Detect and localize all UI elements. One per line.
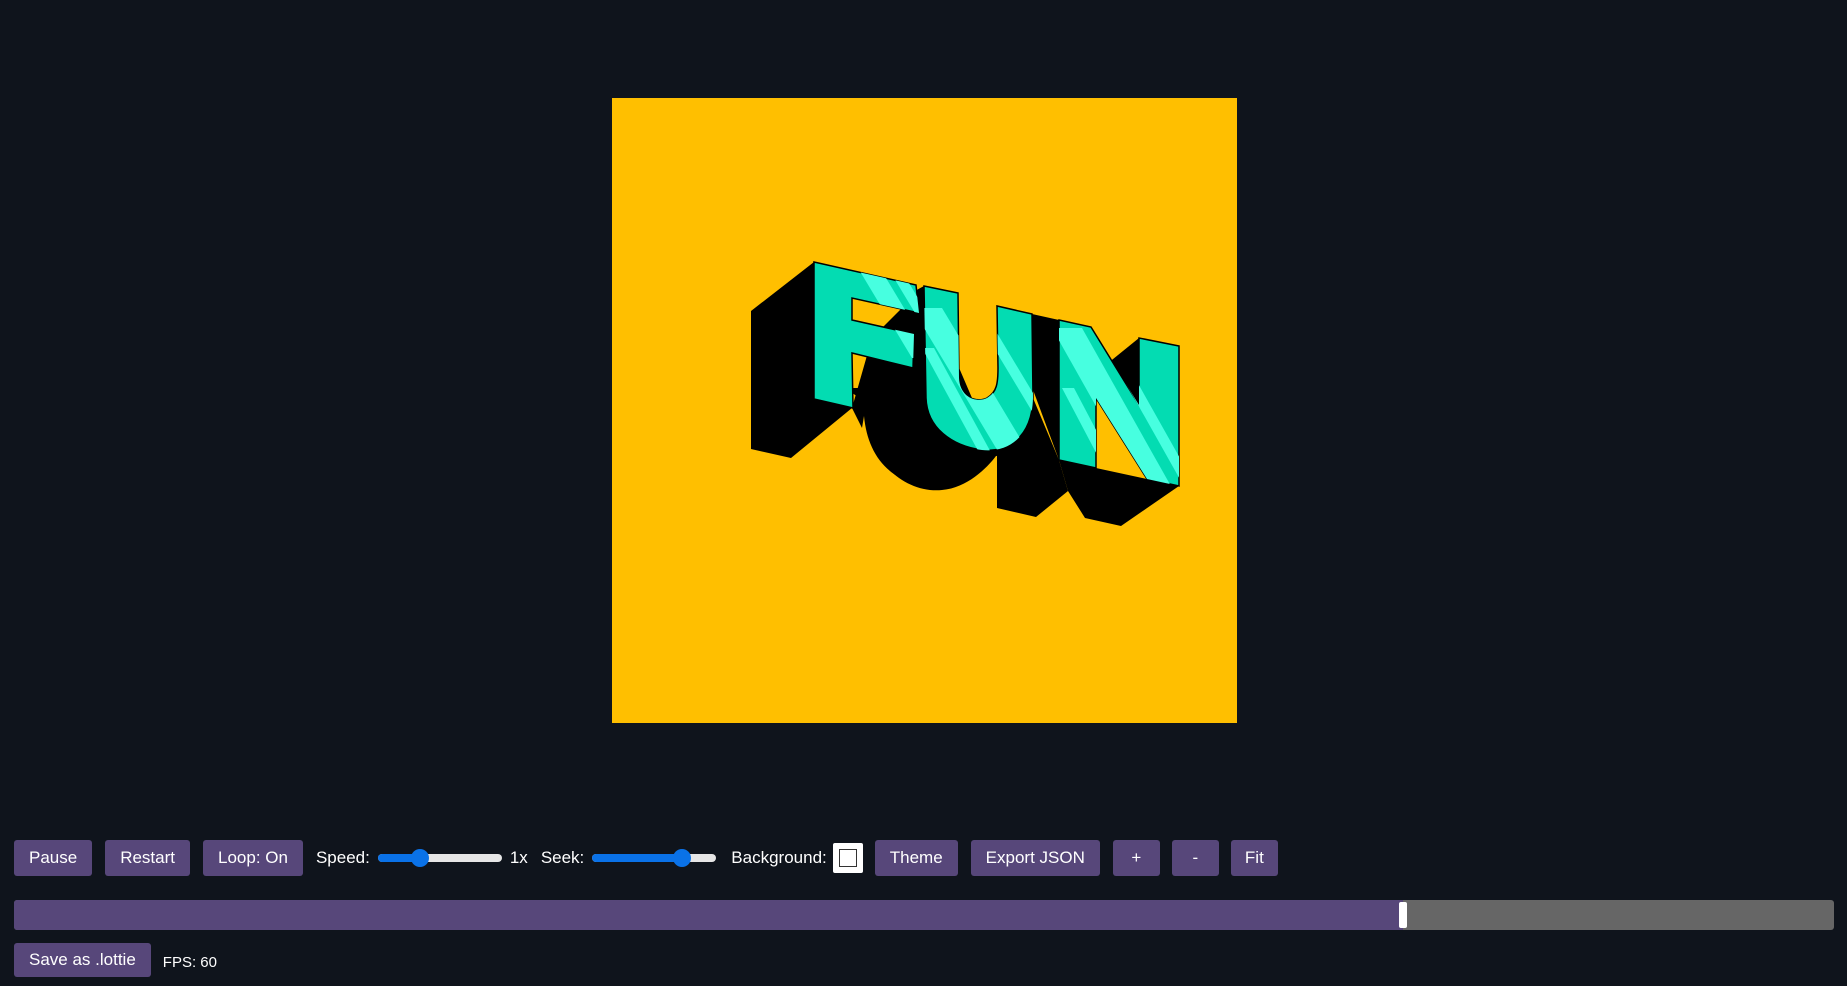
seek-slider-fill xyxy=(592,854,682,862)
fun-animation-frame xyxy=(751,261,1180,526)
controls-bar: Pause Restart Loop: On Speed: 1x Seek: B… xyxy=(14,840,1290,876)
save-lottie-button[interactable]: Save as .lottie xyxy=(14,943,151,977)
fps-counter: FPS: 60 xyxy=(162,953,217,971)
timeline-playhead[interactable] xyxy=(1398,902,1407,928)
player-stage xyxy=(0,0,1847,830)
speed-value: 1x xyxy=(509,848,528,867)
timeline-scrubber[interactable] xyxy=(14,900,1834,930)
speed-slider-thumb[interactable] xyxy=(411,849,429,867)
letter-n xyxy=(1058,319,1180,487)
seek-slider[interactable] xyxy=(592,840,717,876)
pause-button[interactable]: Pause xyxy=(14,840,93,876)
seek-label: Seek: xyxy=(540,848,585,867)
zoom-in-button[interactable]: + xyxy=(1112,840,1160,876)
export-json-button[interactable]: Export JSON xyxy=(970,840,1100,876)
seek-slider-thumb[interactable] xyxy=(672,849,691,867)
theme-button[interactable]: Theme xyxy=(874,840,958,876)
background-color-picker[interactable] xyxy=(832,843,863,873)
loop-toggle-button[interactable]: Loop: On xyxy=(203,840,303,876)
restart-button[interactable]: Restart xyxy=(105,840,190,876)
speed-label: Speed: xyxy=(315,848,370,867)
background-label: Background: xyxy=(731,848,827,867)
footer-bar: Save as .lottie FPS: 60 xyxy=(14,943,217,977)
animation-canvas[interactable] xyxy=(612,98,1237,723)
speed-slider[interactable] xyxy=(377,840,502,876)
background-color-swatch xyxy=(838,849,857,867)
zoom-out-button[interactable]: - xyxy=(1171,840,1219,876)
timeline-played xyxy=(14,900,1403,930)
fit-button[interactable]: Fit xyxy=(1230,840,1278,876)
